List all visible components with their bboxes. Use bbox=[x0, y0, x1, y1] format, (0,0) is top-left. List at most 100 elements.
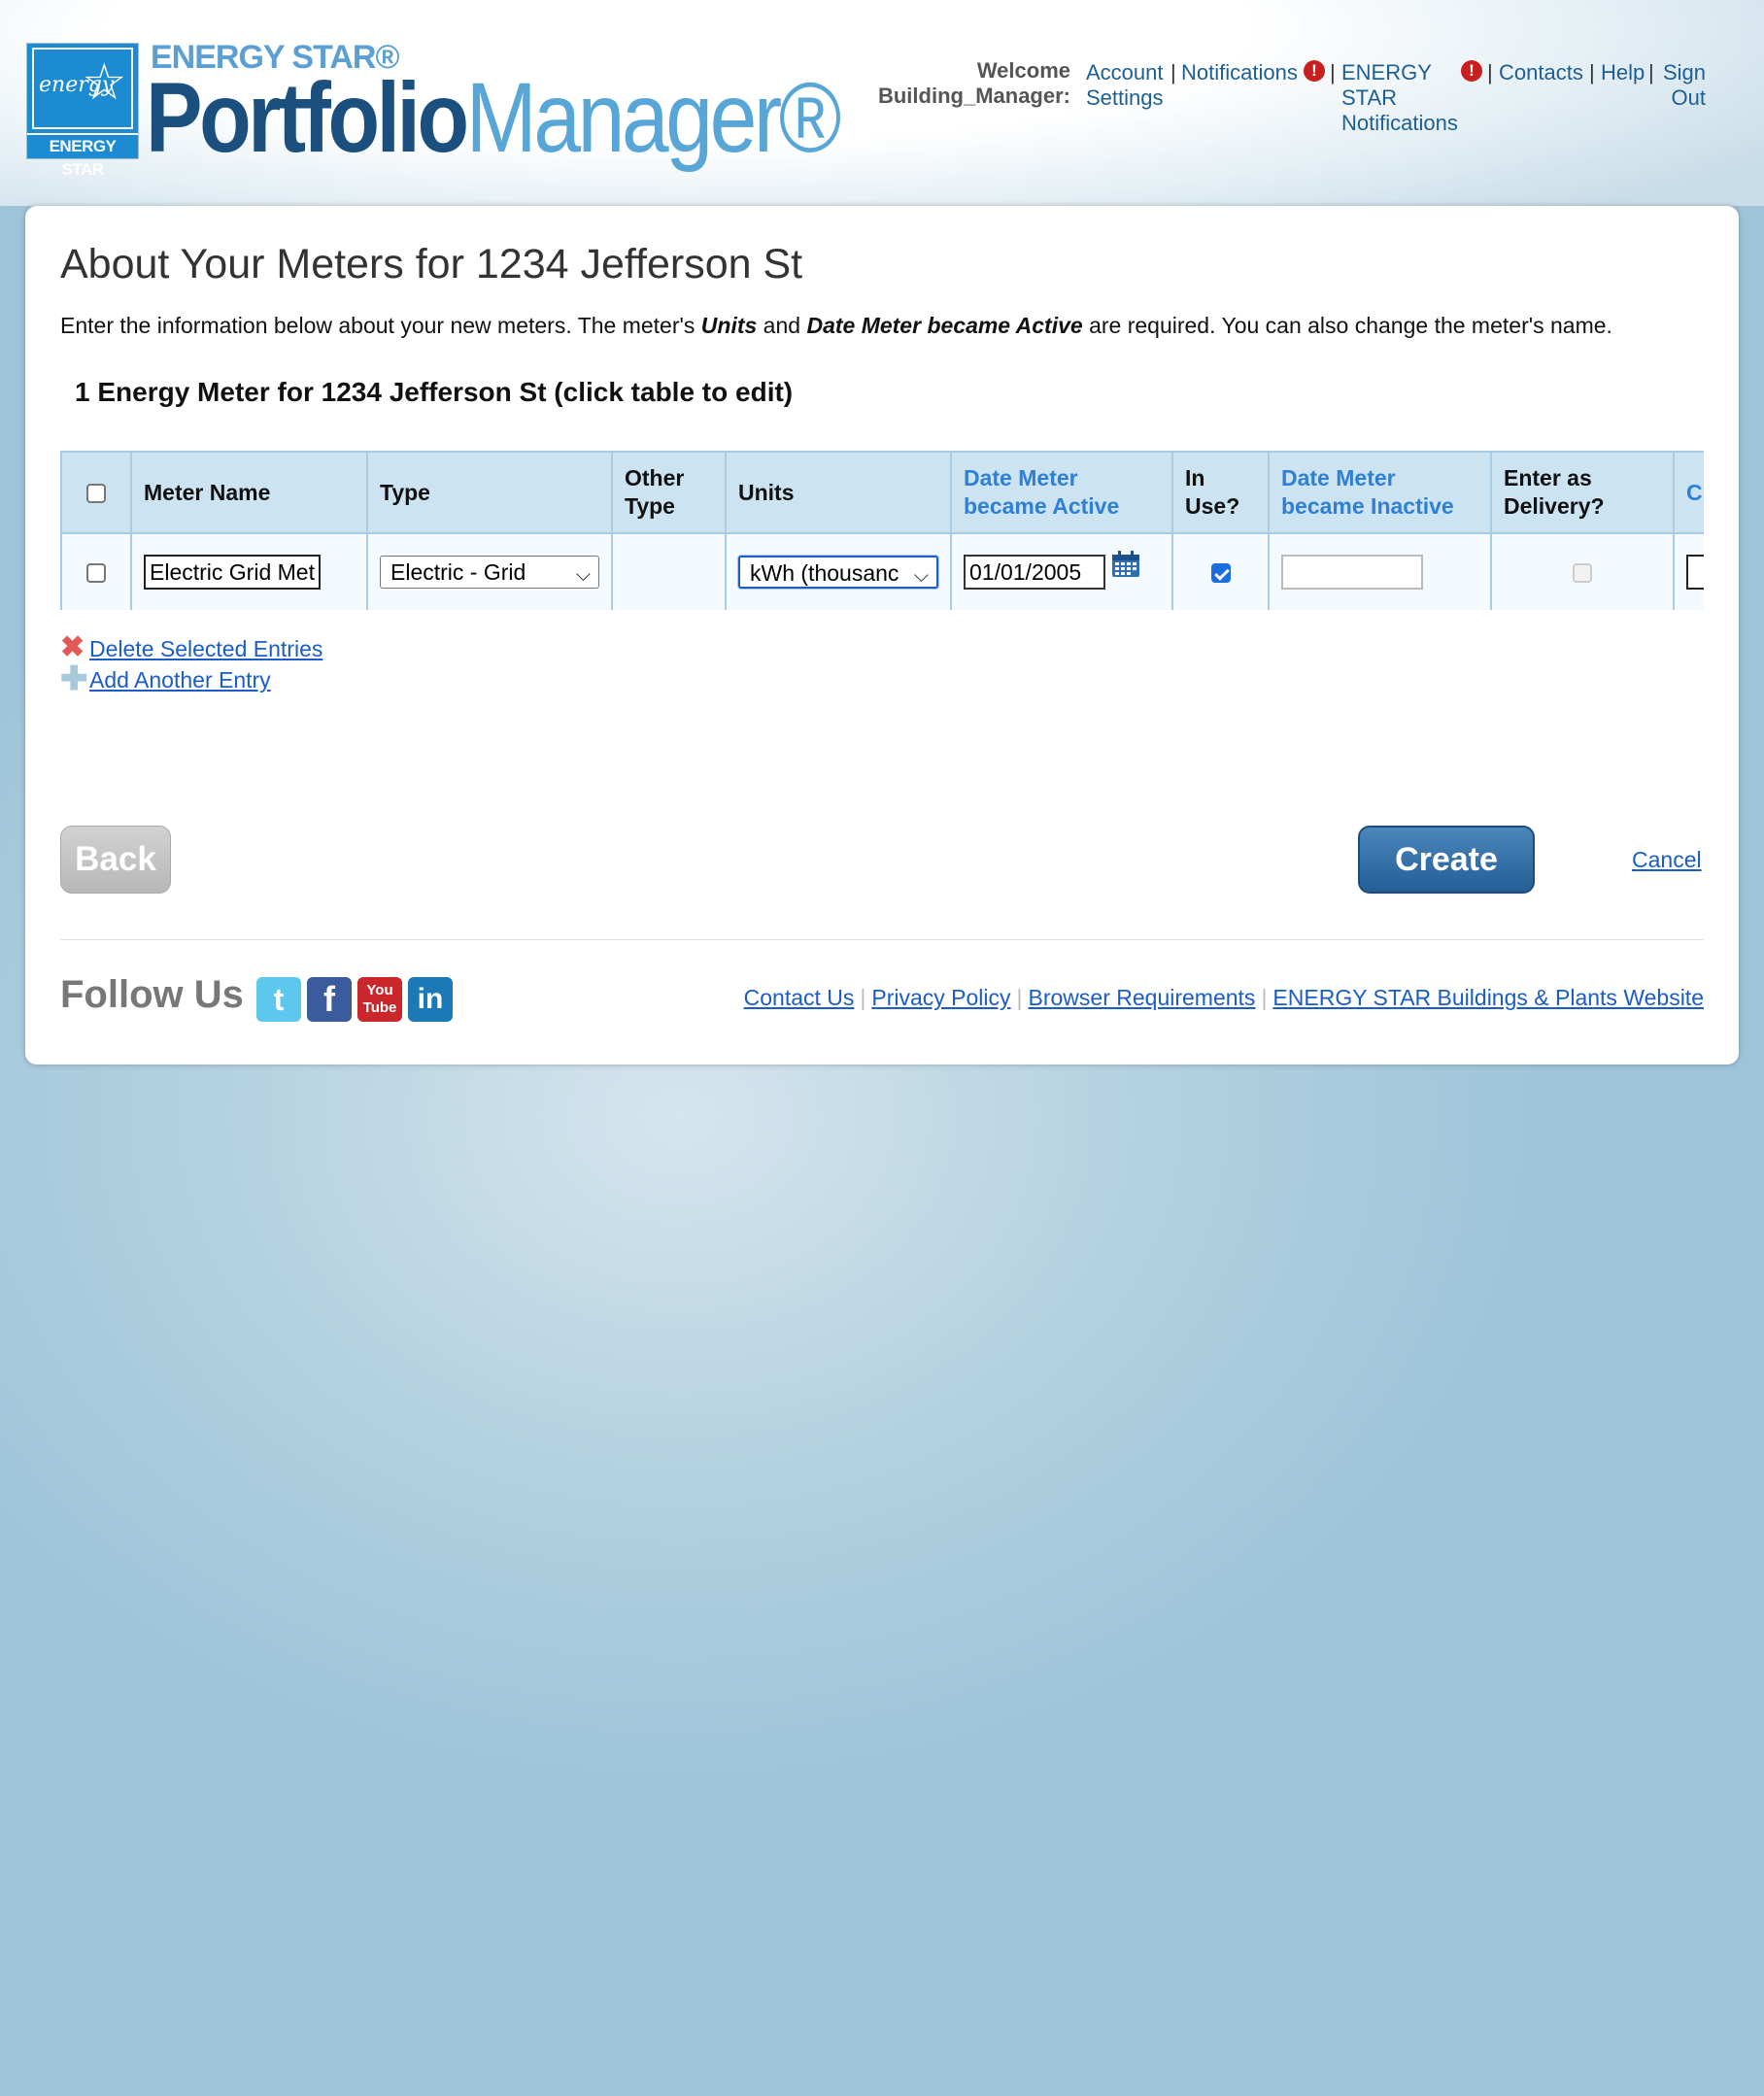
add-icon[interactable]: ✚ bbox=[60, 662, 88, 695]
footer-sep: | bbox=[860, 985, 866, 1010]
footer-sep: | bbox=[1261, 985, 1268, 1010]
intro-part-1: Enter the information below about your n… bbox=[60, 313, 701, 338]
nav-es-notifications-wrap: ENERGY STAR Notifications bbox=[1341, 60, 1458, 136]
in-use-checkbox[interactable] bbox=[1210, 563, 1231, 584]
intro-part-3: are required. You can also change the me… bbox=[1082, 313, 1612, 338]
linkedin-icon[interactable]: in bbox=[408, 977, 453, 1022]
chevron-down-icon: ⌵ bbox=[575, 564, 591, 586]
page-title: About Your Meters for 1234 Jefferson St bbox=[60, 241, 803, 287]
nav-notifications[interactable]: Notifications bbox=[1181, 60, 1298, 85]
cancel-link[interactable]: Cancel bbox=[1632, 847, 1702, 873]
units-select-value: kWh (thousanc bbox=[750, 560, 899, 586]
delete-row: ✖ Delete Selected Entries bbox=[60, 633, 322, 664]
follow-us-label: Follow Us bbox=[60, 973, 244, 1016]
units-select[interactable]: kWh (thousanc ⌵ bbox=[738, 556, 938, 589]
col-date-active[interactable]: Date Meter became Active bbox=[950, 451, 1173, 534]
col-enter-as-delivery: Enter as Delivery? bbox=[1490, 451, 1675, 534]
nav-sep-5: | bbox=[1648, 60, 1654, 85]
twitter-icon[interactable]: t bbox=[256, 977, 301, 1022]
create-meters-button[interactable]: Create Meters bbox=[1358, 826, 1535, 942]
intro-units: Units bbox=[700, 313, 758, 338]
brand-portfolio-manager[interactable]: PortfolioManager® bbox=[146, 62, 842, 173]
footer-contact-us[interactable]: Contact Us bbox=[744, 985, 855, 1010]
table-header-row: Meter Name Type Other Type Units Date Me… bbox=[60, 451, 1704, 534]
type-select[interactable]: Electric - Grid ⌵ bbox=[380, 556, 599, 589]
youtube-icon-you: You bbox=[366, 982, 393, 998]
footer-browser-requirements[interactable]: Browser Requirements bbox=[1029, 985, 1256, 1010]
welcome-text: Welcome Building_Manager: bbox=[877, 58, 1070, 108]
date-inactive-input[interactable] bbox=[1281, 555, 1423, 590]
nav-energy-star-notifications[interactable]: ENERGY STAR Notifications bbox=[1341, 60, 1458, 135]
chevron-down-icon: ⌵ bbox=[913, 565, 929, 587]
other-type-cell bbox=[611, 532, 727, 610]
footer-privacy-policy[interactable]: Privacy Policy bbox=[871, 985, 1010, 1010]
youtube-icon[interactable]: You Tube bbox=[357, 977, 402, 1022]
col-partial[interactable]: C 1 bbox=[1673, 451, 1704, 534]
nav-help-wrap: Help bbox=[1601, 60, 1645, 85]
col-meter-name: Meter Name bbox=[130, 451, 368, 534]
energy-star-logo[interactable]: energy ☆ ENERGY STAR bbox=[26, 43, 139, 179]
date-active-cell: 01/01/2005 bbox=[950, 532, 1173, 610]
nav-contacts-wrap: Contacts bbox=[1499, 60, 1583, 85]
footer-links: Contact Us | Privacy Policy | Browser Requir… bbox=[744, 985, 1704, 1011]
main-card: About Your Meters for 1234 Jefferson St … bbox=[25, 206, 1739, 1065]
col-type: Type bbox=[366, 451, 613, 534]
col-units: Units bbox=[725, 451, 952, 534]
table-row[interactable]: Electric Grid Met Electric - Grid ⌵ kWh (… bbox=[60, 532, 1704, 610]
star-icon: ☆ bbox=[82, 54, 127, 111]
enter-as-delivery-checkbox bbox=[1573, 563, 1592, 584]
meter-name-cell: Electric Grid Met bbox=[130, 532, 368, 610]
date-active-input[interactable]: 01/01/2005 bbox=[964, 555, 1105, 590]
nav-sep-4: | bbox=[1589, 60, 1595, 85]
partial-input[interactable] bbox=[1686, 555, 1704, 590]
nav-alert-1-wrap: ! bbox=[1304, 60, 1325, 85]
select-all-checkbox[interactable] bbox=[86, 484, 106, 504]
row-select-cell bbox=[60, 532, 132, 610]
col-date-inactive[interactable]: Date Meter became Inactive bbox=[1268, 451, 1492, 534]
col-in-use: In Use? bbox=[1171, 451, 1270, 534]
nav-sep-1: | bbox=[1170, 60, 1176, 85]
back-button[interactable]: Back bbox=[60, 826, 171, 894]
nav-sep-2: | bbox=[1330, 60, 1336, 85]
footer-energy-star-website[interactable]: ENERGY STAR Buildings & Plants Website bbox=[1272, 985, 1704, 1010]
units-cell: kWh (thousanc ⌵ bbox=[725, 532, 952, 610]
intro-part-2: and bbox=[757, 313, 807, 338]
nav-account-settings[interactable]: Account Settings bbox=[1086, 60, 1164, 110]
alert-icon: ! bbox=[1461, 60, 1482, 82]
youtube-icon-tube: Tube bbox=[362, 999, 397, 1016]
date-inactive-cell bbox=[1268, 532, 1492, 610]
site-header: energy ☆ ENERGY STAR ENERGY STAR® Portfo… bbox=[0, 0, 1764, 206]
in-use-cell bbox=[1171, 532, 1270, 610]
nav-help[interactable]: Help bbox=[1601, 60, 1645, 85]
intro-date: Date Meter became Active bbox=[806, 313, 1083, 338]
nav-notifications-wrap: Notifications bbox=[1181, 60, 1298, 85]
nav-sep-3: | bbox=[1487, 60, 1493, 85]
alert-icon: ! bbox=[1304, 60, 1325, 82]
type-select-value: Electric - Grid bbox=[390, 559, 526, 585]
logo-caption: ENERGY STAR bbox=[27, 133, 138, 179]
nav-alert-2-wrap: ! bbox=[1461, 60, 1482, 85]
row-checkbox[interactable] bbox=[86, 563, 106, 584]
partial-cell bbox=[1673, 532, 1704, 610]
delete-selected-link[interactable]: Delete Selected Entries bbox=[89, 636, 322, 661]
meters-table-wrap: Meter Name Type Other Type Units Date Me… bbox=[60, 451, 1704, 610]
nav-contacts[interactable]: Contacts bbox=[1499, 60, 1583, 85]
facebook-icon[interactable]: f bbox=[307, 977, 352, 1022]
add-entry-link[interactable]: Add Another Entry bbox=[89, 667, 271, 693]
select-all-cell bbox=[60, 451, 132, 534]
intro-text: Enter the information below about your n… bbox=[60, 313, 1612, 339]
footer-divider bbox=[60, 939, 1704, 940]
nav-account-settings-wrap: Account Settings bbox=[1086, 60, 1175, 111]
col-other-type: Other Type bbox=[611, 451, 727, 534]
footer-sep: | bbox=[1016, 985, 1023, 1010]
brand-manager: Manager® bbox=[465, 62, 842, 173]
calendar-icon[interactable] bbox=[1111, 551, 1140, 578]
meter-name-input[interactable]: Electric Grid Met bbox=[144, 555, 321, 590]
nav-sign-out[interactable]: Sign Out bbox=[1663, 60, 1706, 110]
add-row: ✚Add Another Entry bbox=[60, 662, 322, 695]
delivery-cell bbox=[1490, 532, 1675, 610]
section-title: 1 Energy Meter for 1234 Jefferson St (cl… bbox=[75, 377, 794, 407]
delete-icon[interactable]: ✖ bbox=[60, 633, 85, 662]
table-actions: ✖ Delete Selected Entries ✚Add Another En… bbox=[60, 633, 322, 696]
nav-sign-out-wrap: Sign Out bbox=[1659, 60, 1706, 111]
